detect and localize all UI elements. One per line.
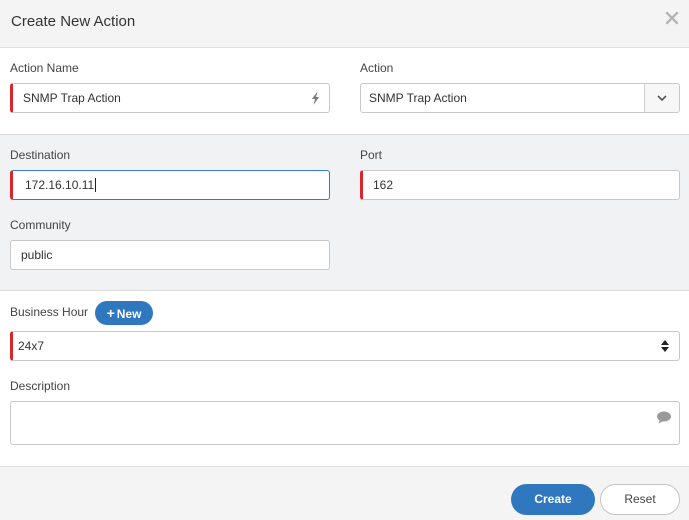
close-icon[interactable] [665,11,679,25]
description-textarea[interactable] [10,401,680,445]
action-select[interactable]: SNMP Trap Action [360,83,680,113]
destination-input[interactable]: 172.16.10.11 [10,170,330,200]
action-name-input[interactable]: SNMP Trap Action [10,83,330,113]
sort-arrows-icon [661,340,669,352]
description-label: Description [10,379,71,393]
community-label: Community [10,218,71,232]
port-input[interactable]: 162 [360,170,680,200]
dialog-header: Create New Action [0,0,689,48]
action-dropdown-button[interactable] [645,84,679,112]
comment-icon [657,411,671,424]
destination-value: 172.16.10.11 [25,178,95,192]
dialog-title: Create New Action [11,13,136,30]
plus-icon: + [106,305,115,321]
port-value: 162 [373,178,394,192]
new-button-label: New [116,307,142,321]
action-name-label: Action Name [10,61,79,75]
business-hour-selected-value: 24x7 [18,339,45,353]
business-hour-select[interactable]: 24x7 [10,331,680,361]
destination-label: Destination [10,148,71,162]
action-name-value: SNMP Trap Action [23,91,121,105]
create-button[interactable]: Create [511,484,595,515]
chevron-down-icon [657,95,667,101]
text-cursor [95,177,97,192]
business-hour-label: Business Hour [10,305,89,319]
schedule-section: Business Hour + New 24x7 Description [0,291,689,466]
community-input[interactable]: public [10,240,330,270]
community-value: public [21,248,53,262]
action-selected-value: SNMP Trap Action [369,91,467,105]
port-label: Port [360,148,383,162]
action-label: Action [360,61,394,75]
trap-settings-section: Destination 172.16.10.11 Port 162 Commun… [0,134,689,291]
new-business-hour-button[interactable]: + New [95,301,153,325]
lightning-icon [312,92,319,105]
action-section: Action Name SNMP Trap Action Action SNMP… [0,48,689,134]
dialog-footer: Create Reset [0,466,689,520]
create-action-dialog: Create New Action Action Name SNMP Trap … [0,0,689,520]
reset-button[interactable]: Reset [600,484,680,515]
